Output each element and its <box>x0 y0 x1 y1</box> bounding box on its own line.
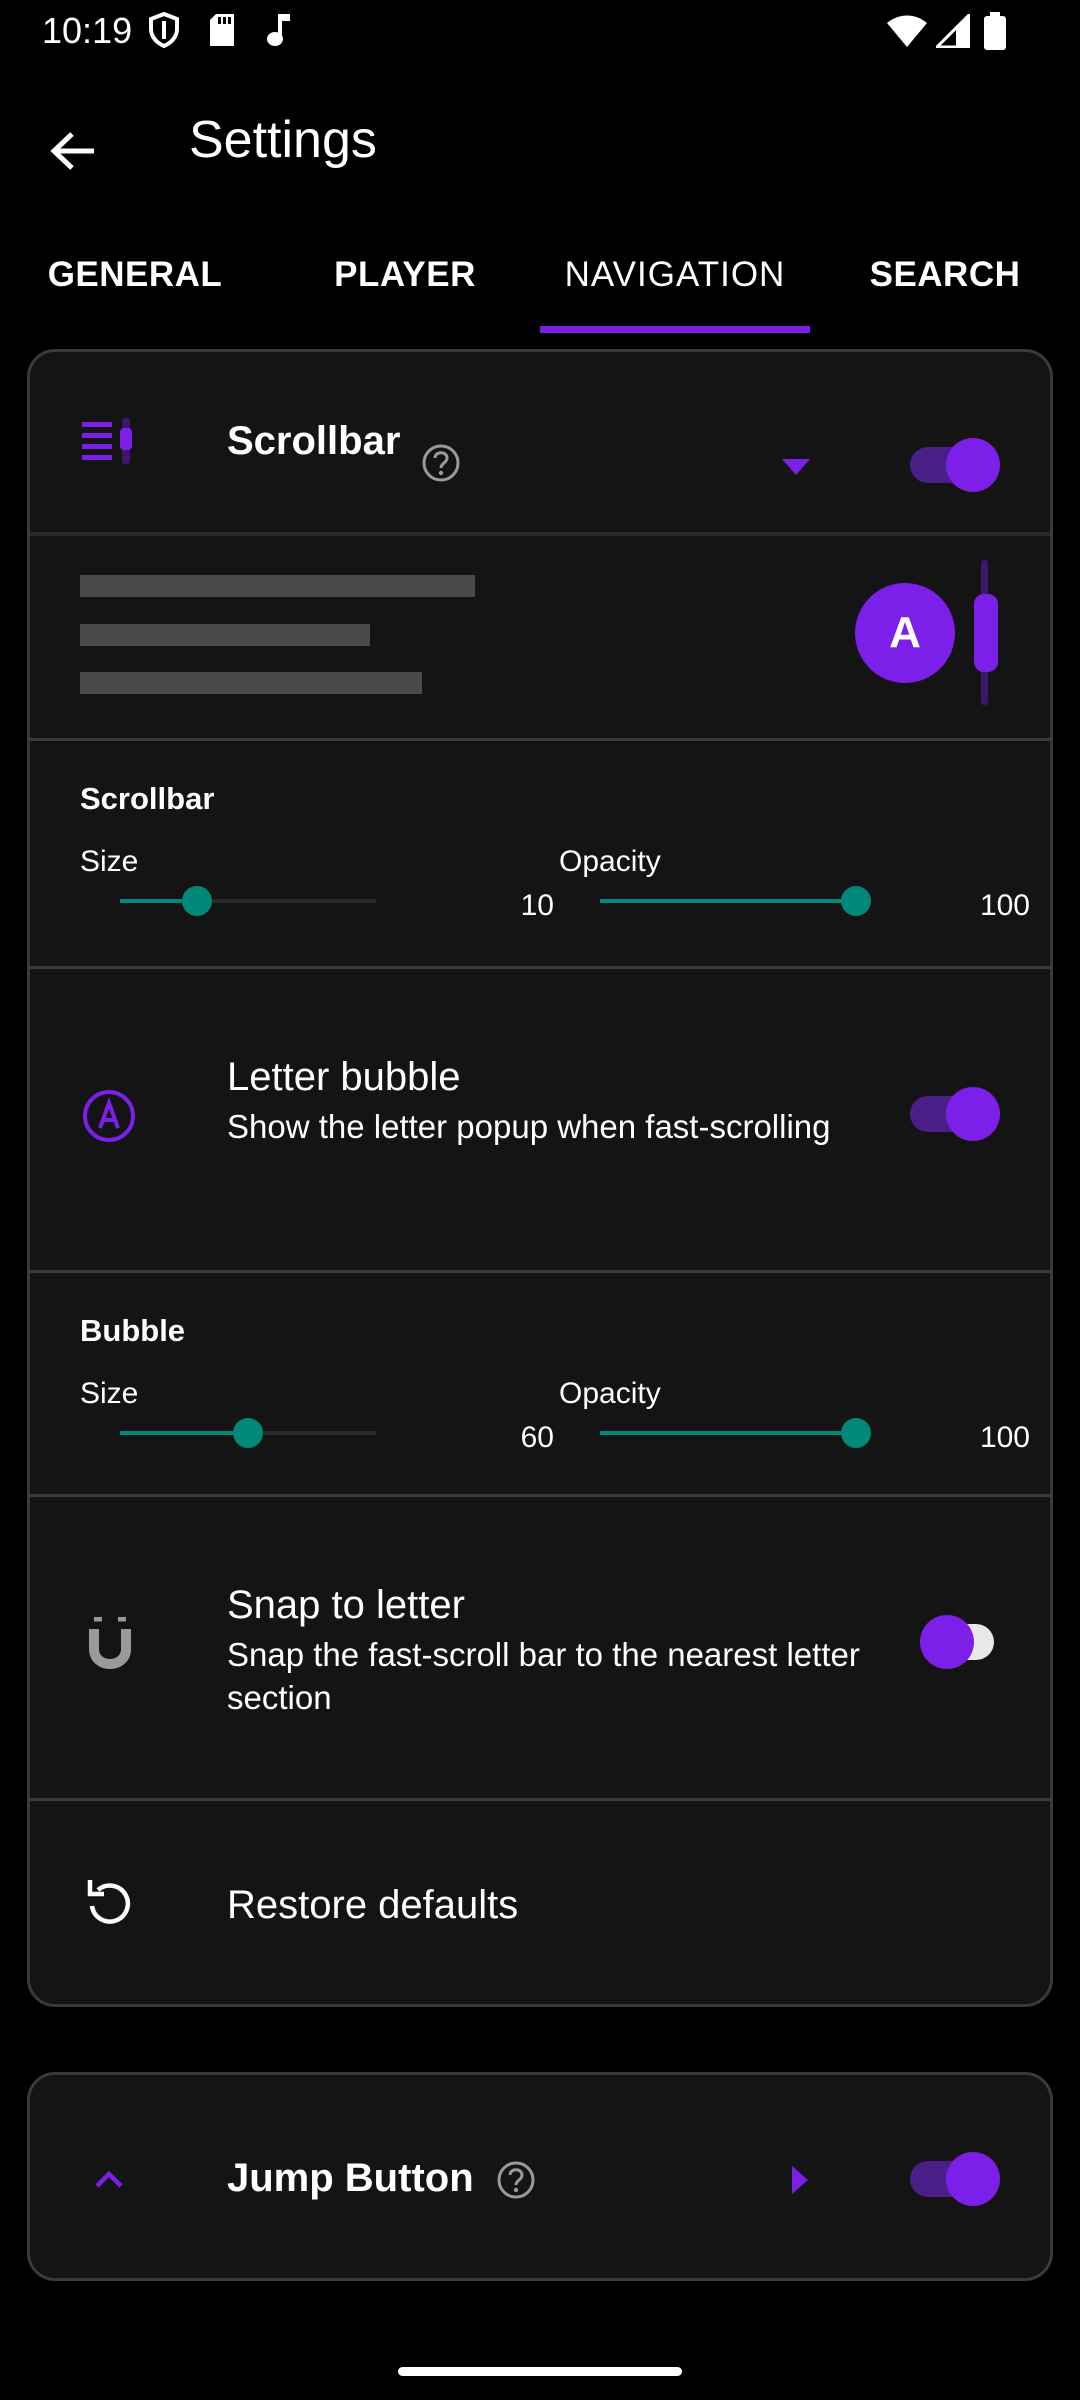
snap-to-letter-row[interactable]: Snap to letter Snap the fast-scroll bar … <box>30 1494 1050 1798</box>
letter-bubble-title: Letter bubble <box>227 1055 461 1099</box>
sd-card-icon <box>210 14 234 46</box>
letter-a-circle-icon <box>83 1090 135 1142</box>
slider-knob[interactable] <box>841 1418 871 1448</box>
arrow-back-icon <box>50 132 94 170</box>
restore-icon <box>87 1880 131 1924</box>
size-label: Size <box>80 845 139 878</box>
jump-button-title: Jump Button <box>227 2156 474 2200</box>
tab-search[interactable]: SEARCH <box>810 214 1080 336</box>
bubble-opacity-slider[interactable] <box>600 1413 871 1453</box>
tab-player[interactable]: PLAYER <box>270 214 540 336</box>
magnet-icon <box>89 1617 131 1669</box>
scrollbar-toggle[interactable] <box>910 435 1000 495</box>
restore-defaults-label: Restore defaults <box>227 1883 519 1927</box>
scrollbar-icon <box>82 416 136 466</box>
help-circle-icon[interactable] <box>496 2160 536 2200</box>
slider-knob[interactable] <box>181 886 212 916</box>
snap-to-letter-title: Snap to letter <box>227 1583 465 1627</box>
bubble-size-slider[interactable] <box>120 1413 376 1453</box>
scrollbar-card: Scrollbar A Scrollbar Size 10 Opacity 10… <box>27 349 1053 2007</box>
tab-navigation[interactable]: NAVIGATION <box>540 214 810 336</box>
opacity-label: Opacity <box>559 845 661 878</box>
letter-bubble-preview: A <box>855 583 955 683</box>
slider-knob[interactable] <box>233 1418 263 1448</box>
size-label: Size <box>80 1377 139 1410</box>
tab-indicator <box>540 326 810 333</box>
preview-line <box>80 624 370 646</box>
caret-right-icon[interactable] <box>792 2166 808 2194</box>
battery-icon <box>984 12 1006 50</box>
chevron-up-icon <box>95 2170 123 2188</box>
scrollbar-size-slider[interactable] <box>120 881 376 921</box>
scrollbar-header[interactable]: Scrollbar <box>30 352 1050 532</box>
wifi-icon <box>887 15 927 47</box>
back-button[interactable] <box>30 108 116 194</box>
status-time: 10:19 <box>42 10 133 51</box>
scrollbar-preview: A <box>30 532 1050 738</box>
opacity-label: Opacity <box>559 1377 661 1410</box>
tab-bar: GENERAL PLAYER NAVIGATION SEARCH <box>0 214 1080 336</box>
letter-bubble-subtitle: Show the letter popup when fast-scrollin… <box>227 1108 831 1145</box>
bubble-settings-heading: Bubble <box>80 1313 186 1348</box>
size-value: 10 <box>520 889 554 922</box>
caret-down-icon[interactable] <box>782 459 810 475</box>
restore-defaults-row[interactable]: Restore defaults <box>30 1798 1050 2004</box>
scrollbar-opacity-slider[interactable] <box>600 881 871 921</box>
jump-button-toggle[interactable] <box>910 2149 1000 2209</box>
scroll-thumb-preview <box>974 594 998 672</box>
music-note-icon <box>267 14 290 46</box>
help-circle-icon[interactable] <box>421 443 461 483</box>
gesture-bar[interactable] <box>398 2367 682 2376</box>
status-bar: 10:19 <box>0 0 1080 64</box>
letter-bubble-row[interactable]: Letter bubble Show the letter popup when… <box>30 966 1050 1270</box>
shield-icon <box>149 12 179 48</box>
scrollbar-title: Scrollbar <box>227 419 401 463</box>
snap-to-letter-subtitle: Snap the fast-scroll bar to the nearest … <box>227 1636 860 1716</box>
tab-general[interactable]: GENERAL <box>0 214 270 336</box>
bubble-size-opacity: Bubble Size 60 Opacity 100 <box>30 1270 1050 1494</box>
slider-knob[interactable] <box>841 886 871 916</box>
app-bar: Settings <box>0 64 1080 214</box>
jump-button-card[interactable]: Jump Button <box>27 2072 1053 2281</box>
page-title: Settings <box>189 111 377 169</box>
preview-line <box>80 575 475 597</box>
scrollbar-settings-heading: Scrollbar <box>80 781 215 816</box>
letter-bubble-toggle[interactable] <box>910 1084 1000 1144</box>
signal-icon <box>936 14 970 48</box>
opacity-value: 100 <box>979 1421 1030 1454</box>
scrollbar-size-opacity: Scrollbar Size 10 Opacity 100 <box>30 738 1050 966</box>
snap-to-letter-toggle[interactable] <box>920 1612 1010 1672</box>
preview-line <box>80 672 422 694</box>
size-value: 60 <box>520 1421 554 1454</box>
opacity-value: 100 <box>979 889 1030 922</box>
